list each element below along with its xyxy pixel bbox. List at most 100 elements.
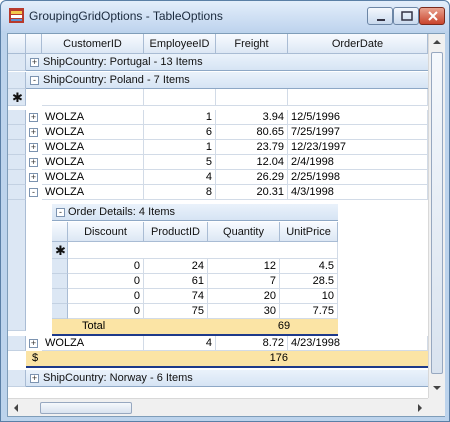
group-row-norway[interactable]: + ShipCountry: Norway - 6 Items (26, 370, 428, 387)
cell-freight[interactable]: 20.31 (216, 185, 288, 200)
expand-icon[interactable]: + (29, 113, 38, 122)
cell-productid[interactable]: 24 (144, 259, 208, 274)
detail-header-quantity[interactable]: Quantity (208, 222, 280, 242)
cell-discount[interactable]: 0 (68, 259, 144, 274)
cell-orderdate[interactable]: 4/23/1998 (288, 336, 428, 351)
cell-quantity[interactable]: 20 (208, 289, 280, 304)
row-header[interactable] (8, 140, 26, 155)
cell-orderdate[interactable]: 12/23/1997 (288, 140, 428, 155)
cell-customerid[interactable]: WOLZA (42, 155, 144, 170)
horizontal-scroll-thumb[interactable] (40, 402, 132, 414)
detail-header-unitprice[interactable]: UnitPrice (280, 222, 338, 242)
cell-quantity[interactable]: 12 (208, 259, 280, 274)
new-row-cell[interactable] (216, 89, 288, 106)
cell-customerid[interactable]: WOLZA (42, 140, 144, 155)
detail-header-discount[interactable]: Discount (68, 222, 144, 242)
scroll-down-button[interactable] (429, 380, 445, 396)
detail-row-header[interactable] (52, 259, 68, 274)
cell-freight[interactable]: 12.04 (216, 155, 288, 170)
cell-quantity[interactable]: 7 (208, 274, 280, 289)
expand-icon[interactable]: + (29, 158, 38, 167)
detail-group-row[interactable]: - Order Details: 4 Items (52, 204, 338, 221)
cell-orderdate[interactable]: 4/3/1998 (288, 185, 428, 200)
cell-employeeid[interactable]: 8 (144, 185, 216, 200)
row-header[interactable] (8, 72, 26, 89)
cell-orderdate[interactable]: 2/25/1998 (288, 170, 428, 185)
expand-icon[interactable]: + (29, 128, 38, 137)
cell-discount[interactable]: 0 (68, 274, 144, 289)
close-button[interactable] (419, 7, 445, 25)
cell-productid[interactable]: 75 (144, 304, 208, 319)
cell-unitprice[interactable]: 28.5 (280, 274, 338, 289)
group-row-portugal[interactable]: + ShipCountry: Portugal - 13 Items (26, 54, 428, 71)
cell-customerid[interactable]: WOLZA (42, 125, 144, 140)
cell-customerid[interactable]: WOLZA (42, 110, 144, 125)
maximize-button[interactable] (393, 7, 419, 25)
row-header[interactable] (8, 54, 26, 71)
row-header[interactable] (8, 185, 26, 200)
detail-row-header[interactable] (52, 274, 68, 289)
row-header[interactable] (8, 170, 26, 185)
cell-employeeid[interactable]: 5 (144, 155, 216, 170)
cell-employeeid[interactable]: 4 (144, 170, 216, 185)
grouping-grid[interactable]: CustomerID EmployeeID Freight OrderDate … (8, 34, 428, 398)
collapse-icon[interactable]: - (30, 76, 39, 85)
cell-freight[interactable]: 26.29 (216, 170, 288, 185)
cell-orderdate[interactable]: 12/5/1996 (288, 110, 428, 125)
new-row-cell[interactable] (42, 89, 144, 106)
detail-header-productid[interactable]: ProductID (144, 222, 208, 242)
scroll-left-button[interactable] (8, 400, 24, 416)
cell-freight[interactable]: 23.79 (216, 140, 288, 155)
cell-discount[interactable]: 0 (68, 289, 144, 304)
column-header-customerid[interactable]: CustomerID (42, 34, 144, 54)
column-header-employeeid[interactable]: EmployeeID (144, 34, 216, 54)
row-header-new[interactable]: ✱ (8, 89, 26, 106)
new-row-cell[interactable] (288, 89, 428, 106)
row-header[interactable] (8, 155, 26, 170)
row-header[interactable] (8, 336, 26, 351)
collapse-icon[interactable]: - (56, 208, 65, 217)
vertical-scroll-thumb[interactable] (431, 52, 443, 374)
collapse-icon[interactable]: - (29, 188, 38, 197)
cell-productid[interactable]: 74 (144, 289, 208, 304)
detail-row-header[interactable] (52, 304, 68, 319)
cell-employeeid[interactable]: 1 (144, 110, 216, 125)
cell-employeeid[interactable]: 6 (144, 125, 216, 140)
cell-freight[interactable]: 8.72 (216, 336, 288, 351)
vertical-scrollbar[interactable] (428, 34, 445, 398)
cell-unitprice[interactable]: 10 (280, 289, 338, 304)
column-header-orderdate[interactable]: OrderDate (288, 34, 428, 54)
cell-quantity[interactable]: 30 (208, 304, 280, 319)
detail-row-header-new[interactable]: ✱ (52, 242, 68, 259)
cell-employeeid[interactable]: 1 (144, 140, 216, 155)
expand-icon[interactable]: + (30, 374, 39, 383)
expand-icon[interactable]: + (29, 339, 38, 348)
cell-unitprice[interactable]: 4.5 (280, 259, 338, 274)
cell-productid[interactable]: 61 (144, 274, 208, 289)
minimize-button[interactable] (367, 7, 393, 25)
scroll-right-button[interactable] (412, 400, 428, 416)
cell-customerid[interactable]: WOLZA (42, 185, 144, 200)
row-header[interactable] (8, 110, 26, 125)
cell-orderdate[interactable]: 2/4/1998 (288, 155, 428, 170)
cell-orderdate[interactable]: 7/25/1997 (288, 125, 428, 140)
cell-discount[interactable]: 0 (68, 304, 144, 319)
row-header[interactable] (8, 370, 26, 387)
row-header[interactable] (8, 125, 26, 140)
column-header-freight[interactable]: Freight (216, 34, 288, 54)
scroll-up-button[interactable] (429, 34, 445, 50)
detail-row-header[interactable] (52, 289, 68, 304)
expand-icon[interactable]: + (30, 58, 39, 67)
cell-employeeid[interactable]: 4 (144, 336, 216, 351)
cell-customerid[interactable]: WOLZA (42, 336, 144, 351)
cell-customerid[interactable]: WOLZA (42, 170, 144, 185)
group-row-poland[interactable]: - ShipCountry: Poland - 7 Items (26, 72, 428, 89)
cell-freight[interactable]: 3.94 (216, 110, 288, 125)
cell-freight[interactable]: 80.65 (216, 125, 288, 140)
expand-icon[interactable]: + (29, 143, 38, 152)
detail-new-row[interactable] (68, 242, 338, 259)
expand-icon[interactable]: + (29, 173, 38, 182)
new-row-cell[interactable] (144, 89, 216, 106)
horizontal-scrollbar[interactable] (8, 398, 428, 416)
cell-unitprice[interactable]: 7.75 (280, 304, 338, 319)
